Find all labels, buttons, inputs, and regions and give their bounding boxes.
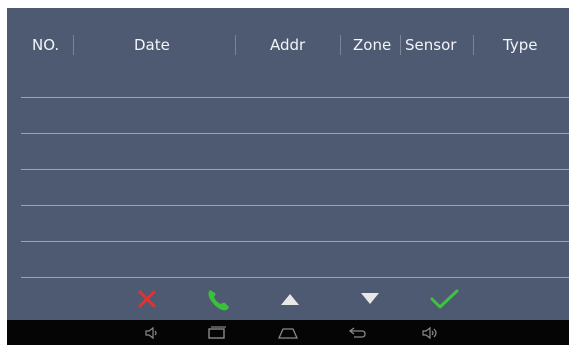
volume-down-icon: [145, 326, 157, 340]
back-icon: [348, 327, 366, 338]
phone-icon: [208, 290, 229, 311]
home-button[interactable]: [276, 324, 300, 342]
table-row[interactable]: [21, 277, 569, 278]
recent-apps-button[interactable]: [205, 324, 229, 342]
android-navigation-bar: [7, 320, 569, 345]
table-header: NO. Date Addr Zone Sensor Type: [7, 8, 569, 83]
recent-apps-icon: [208, 326, 226, 339]
scroll-down-button[interactable]: [355, 286, 385, 314]
call-button[interactable]: [203, 286, 233, 314]
delete-button[interactable]: [132, 286, 162, 314]
header-zone: Zone: [353, 36, 392, 54]
volume-up-icon: [422, 326, 437, 340]
triangle-down-icon: [361, 293, 379, 304]
volume-up-button[interactable]: [418, 324, 442, 342]
table-row[interactable]: [21, 241, 569, 242]
scroll-up-button[interactable]: [275, 286, 305, 314]
action-toolbar: [7, 286, 569, 316]
home-icon: [277, 328, 299, 339]
confirm-button[interactable]: [427, 286, 459, 314]
back-button[interactable]: [345, 324, 369, 342]
header-addr: Addr: [270, 36, 306, 54]
checkmark-icon: [430, 289, 459, 309]
table-row[interactable]: [21, 169, 569, 170]
header-date: Date: [134, 36, 170, 54]
header-separator: [340, 35, 341, 55]
table-row[interactable]: [21, 133, 569, 134]
alarm-record-screen: NO. Date Addr Zone Sensor Type: [7, 8, 569, 320]
triangle-up-icon: [281, 294, 299, 305]
header-sensor: Sensor: [405, 36, 457, 54]
header-separator: [473, 35, 474, 55]
header-separator: [400, 35, 401, 55]
header-separator: [73, 35, 74, 55]
x-icon: [138, 290, 156, 308]
table-row[interactable]: [21, 97, 569, 98]
header-separator: [235, 35, 236, 55]
header-type: Type: [503, 36, 538, 54]
header-no: NO.: [32, 36, 60, 54]
table-row[interactable]: [21, 205, 569, 206]
volume-down-button[interactable]: [140, 324, 164, 342]
